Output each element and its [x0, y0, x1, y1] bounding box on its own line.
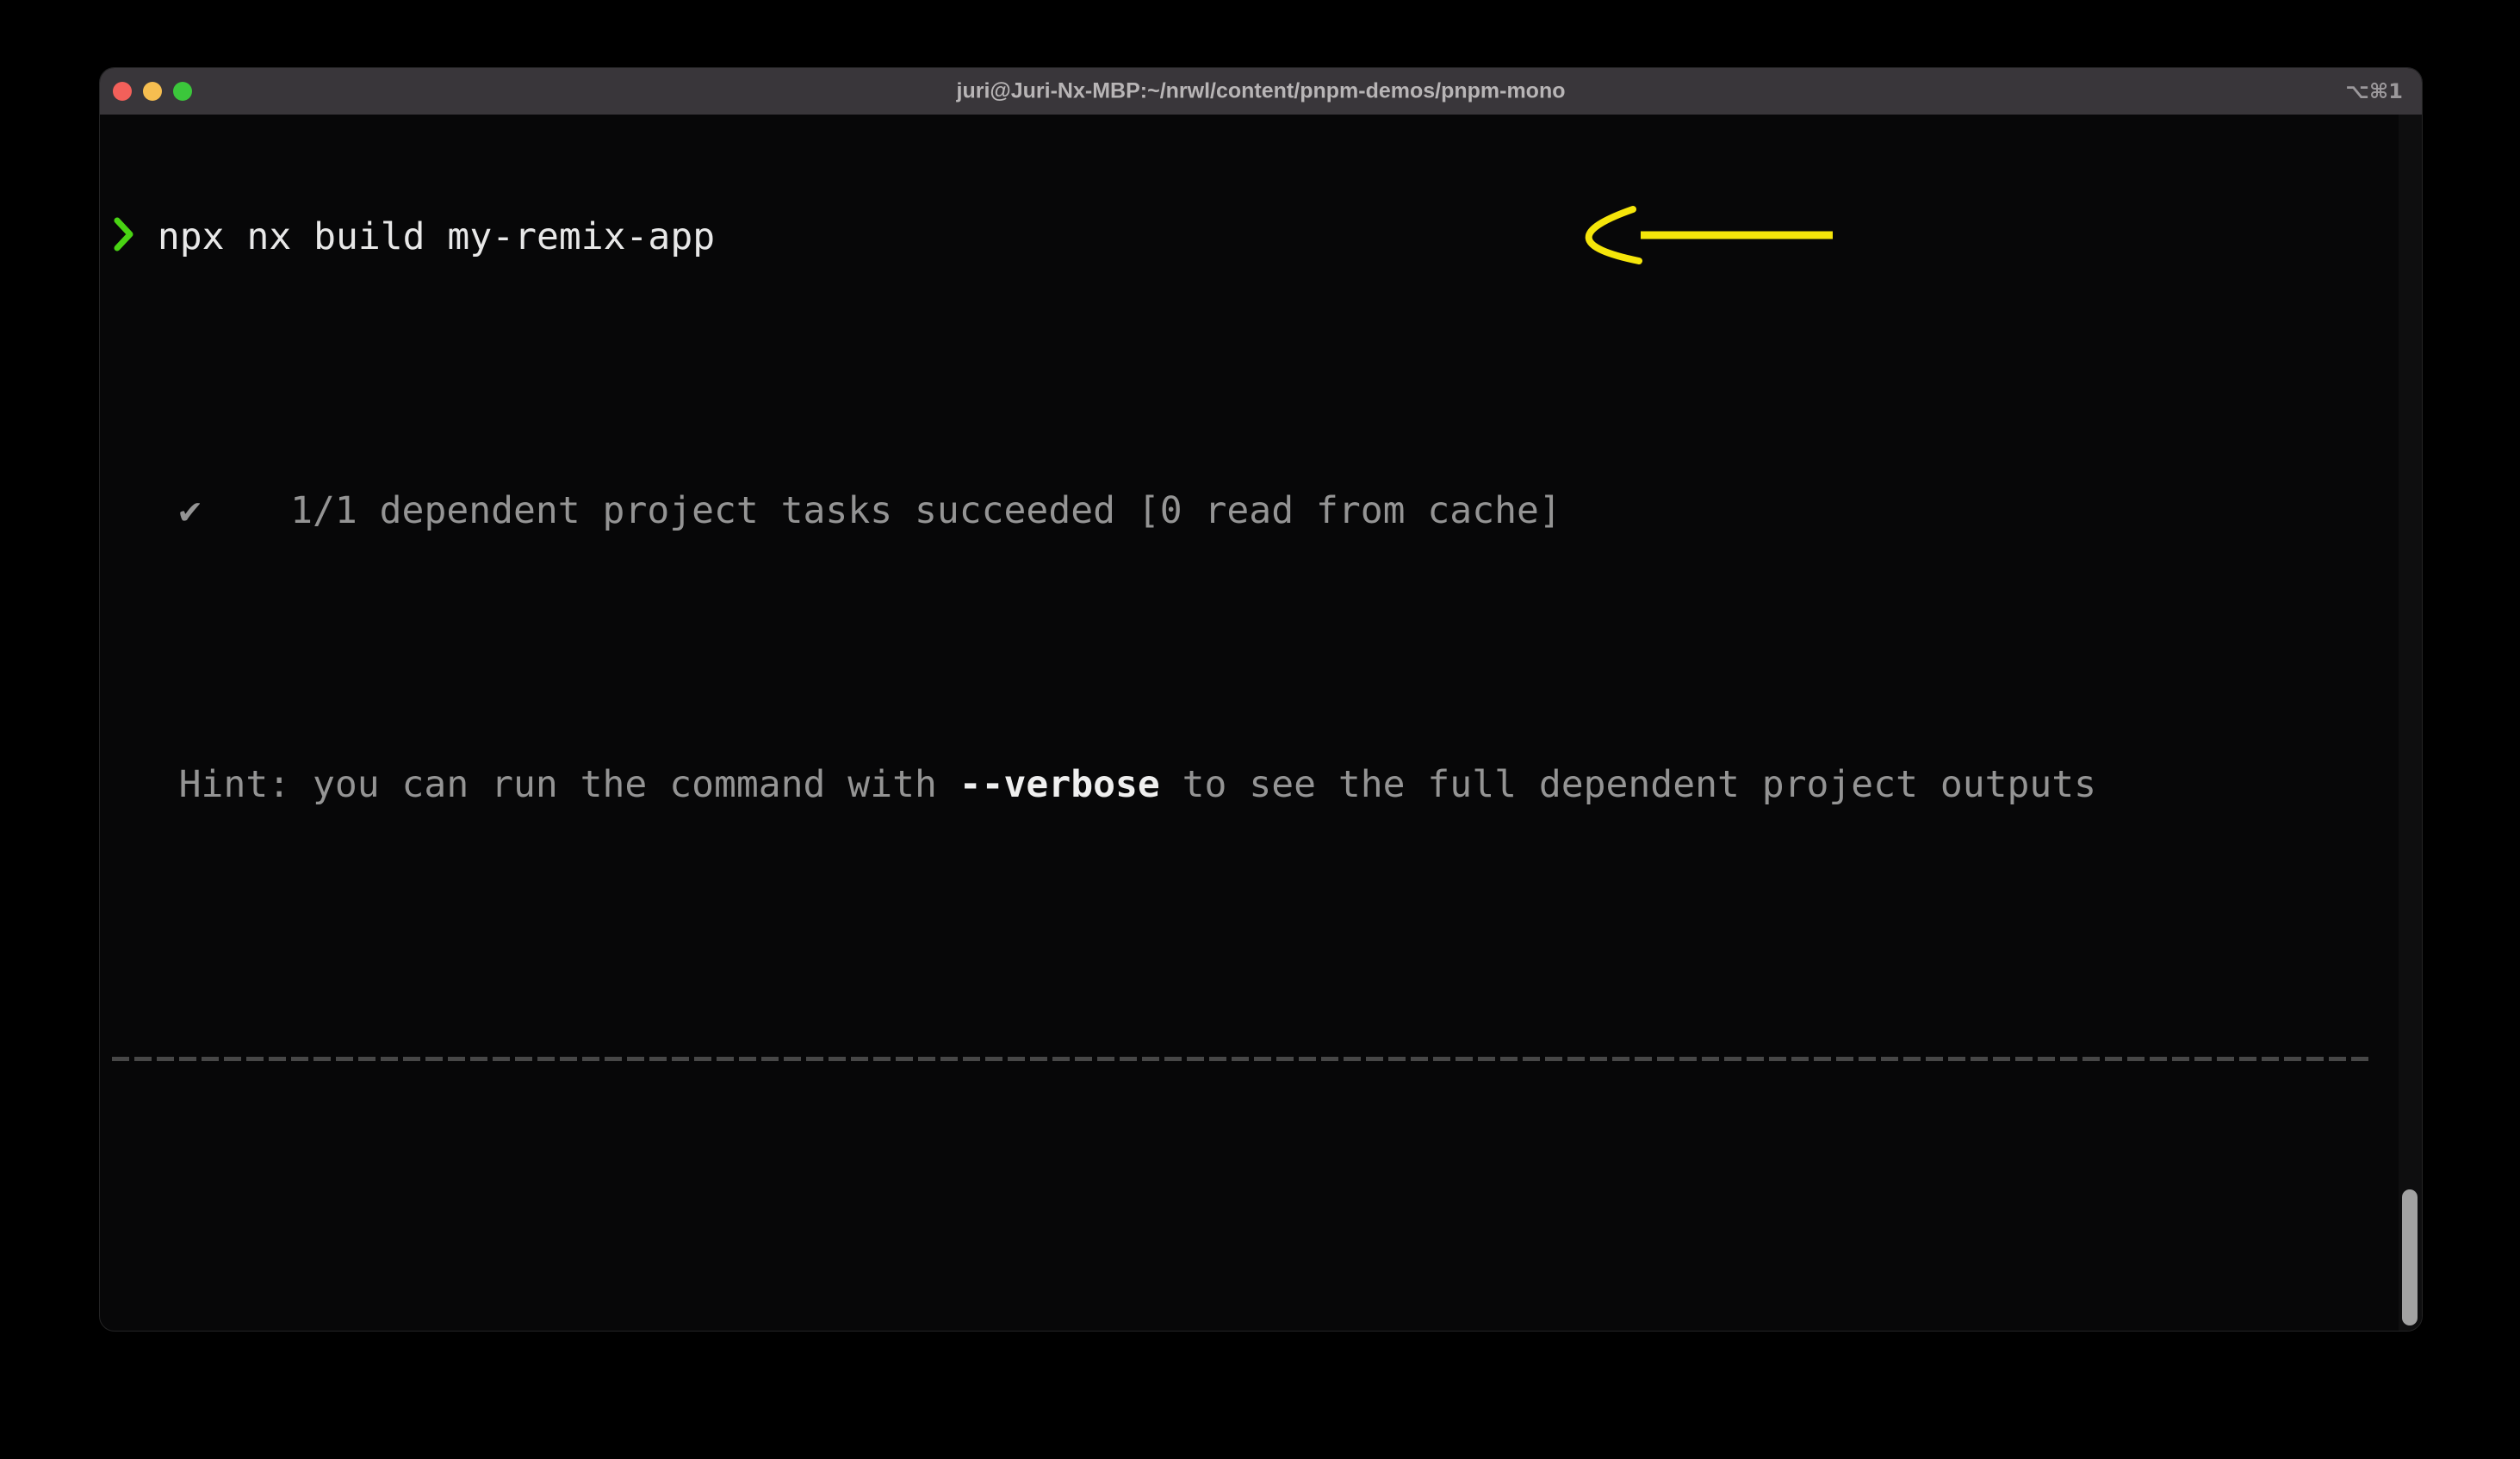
scrollbar-track[interactable] [2399, 115, 2422, 1331]
tab-shortcut-badge: ⌥⌘1 [2345, 79, 2403, 103]
hint-line: Hint: you can run the command with --ver… [112, 762, 2422, 808]
terminal-content[interactable]: npx nx build my-remix-app ✔ 1/1 dependen… [100, 115, 2422, 1331]
zoom-button[interactable] [173, 82, 192, 101]
divider-gray [112, 1036, 2422, 1082]
terminal-window: juri@Juri-Nx-MBP:~/nrwl/content/pnpm-dem… [99, 67, 2423, 1332]
titlebar[interactable]: juri@Juri-Nx-MBP:~/nrwl/content/pnpm-dem… [100, 68, 2422, 115]
prompt-chevron-icon [112, 216, 135, 264]
close-button[interactable] [113, 82, 132, 101]
scrollbar-thumb[interactable] [2402, 1189, 2418, 1326]
minimize-button[interactable] [143, 82, 162, 101]
tasks-succeeded-line: ✔ 1/1 dependent project tasks succeeded … [112, 488, 2422, 534]
command-text: npx nx build my-remix-app [135, 215, 715, 258]
tasks-succeeded-text: 1/1 dependent project tasks succeeded [0… [202, 489, 1561, 532]
traffic-lights [100, 82, 192, 101]
command-line: npx nx build my-remix-app [112, 214, 2422, 260]
check-icon: ✔ [112, 489, 202, 532]
verbose-flag: --verbose [959, 763, 1160, 806]
window-title: juri@Juri-Nx-MBP:~/nrwl/content/pnpm-dem… [956, 79, 1565, 104]
